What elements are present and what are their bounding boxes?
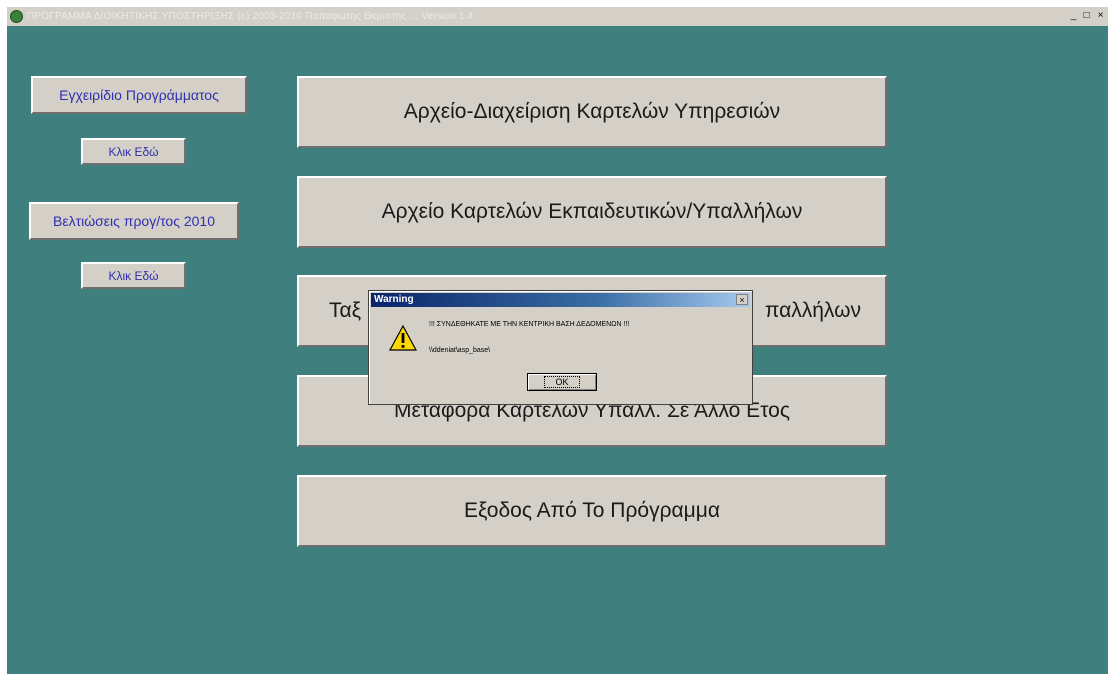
dialog-ok-label: OK (544, 376, 580, 388)
dialog-ok-button[interactable]: OK (527, 373, 597, 391)
dialog-title: Warning (374, 294, 414, 305)
app-icon (10, 10, 23, 23)
window-title: ΠΡΟΓΡΑΜΜΑ ΔΙΟΙΚΗΤΙΚΗΣ ΥΠΟΣΤΗΡΙΞΗΣ (c) 20… (27, 11, 474, 22)
warning-icon (389, 325, 417, 351)
improvements-open-button[interactable]: Κλικ Εδώ (81, 262, 186, 289)
manual-label: Εγχειρίδιο Προγράμματος (31, 76, 247, 114)
warning-dialog: Warning × !!! ΣΥΝΔΕΘΗΚΑΤΕ ΜΕ ΤΗΝ ΚΕΝΤΡΙΚ… (368, 290, 753, 405)
dialog-title-bar[interactable]: Warning × (371, 293, 750, 307)
exit-program-button[interactable]: Εξοδος Από Το Πρόγραμμα (297, 475, 887, 547)
dialog-close-button[interactable]: × (736, 294, 748, 305)
improvements-label: Βελτιώσεις προγ/τος 2010 (29, 202, 239, 240)
app-window: ΠΡΟΓΡΑΜΜΑ ΔΙΟΙΚΗΤΙΚΗΣ ΥΠΟΣΤΗΡΙΞΗΣ (c) 20… (7, 7, 1108, 674)
maximize-button[interactable]: □ (1080, 9, 1093, 22)
minimize-button[interactable]: _ (1067, 9, 1080, 22)
dialog-path: \\ddeniat\asp_base\ (429, 347, 491, 354)
manual-open-button[interactable]: Κλικ Εδώ (81, 138, 186, 165)
services-cards-button[interactable]: Αρχείο-Διαχείριση Καρτελών Υπηρεσιών (297, 76, 887, 148)
employee-cards-button[interactable]: Αρχείο Καρτελών Εκπαιδευτικών/Υπαλλήλων (297, 176, 887, 248)
close-button[interactable]: × (1094, 9, 1107, 22)
dialog-message: !!! ΣΥΝΔΕΘΗΚΑΤΕ ΜΕ ΤΗΝ ΚΕΝΤΡΙΚΗ ΒΑΣΗ ΔΕΔ… (429, 321, 630, 328)
sort-cards-label-left: Ταξ (329, 299, 362, 322)
title-bar[interactable]: ΠΡΟΓΡΑΜΜΑ ΔΙΟΙΚΗΤΙΚΗΣ ΥΠΟΣΤΗΡΙΞΗΣ (c) 20… (7, 7, 1108, 26)
sort-cards-label-right: παλλήλων (764, 299, 861, 322)
